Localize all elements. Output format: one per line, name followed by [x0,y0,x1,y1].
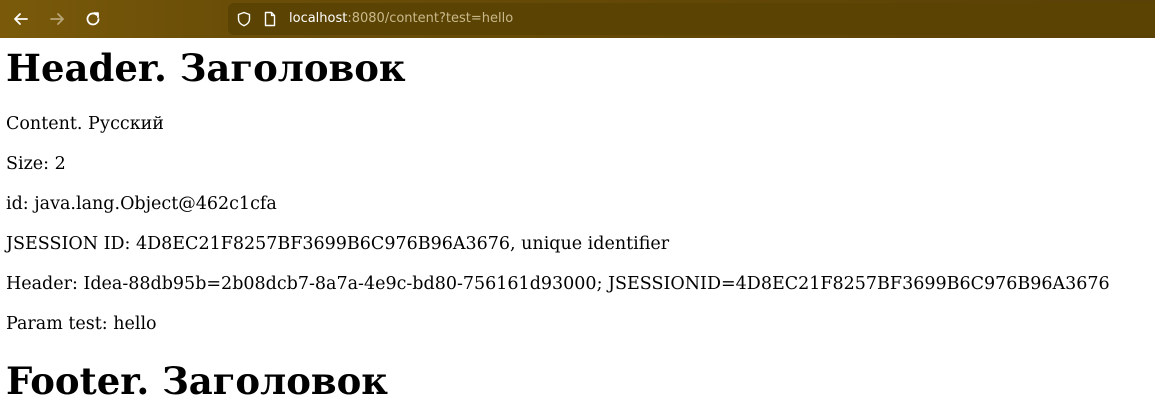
reload-icon [86,12,100,26]
forward-arrow-icon [50,13,64,25]
reload-button[interactable] [81,7,105,31]
content-line: Content. Русский [6,114,164,134]
size-line: Size: 2 [6,154,66,174]
page-icon[interactable] [262,11,278,27]
back-arrow-icon [14,13,28,25]
browser-toolbar: localhost:8080/content?test=hello [0,0,1155,38]
jsession-line: JSESSION ID: 4D8EC21F8257BF3699B6C976B96… [6,234,670,254]
footer-title: Footer. Заголовок [6,359,388,403]
url-bar[interactable]: localhost:8080/content?test=hello [228,3,1155,35]
header-title: Header. Заголовок [6,46,406,90]
shield-icon[interactable] [236,11,252,27]
back-button[interactable] [9,7,33,31]
forward-button[interactable] [45,7,69,31]
param-line: Param test: hello [6,314,157,334]
url-text[interactable]: localhost:8080/content?test=hello [289,3,513,35]
url-host: localhost [289,11,348,26]
id-line: id: java.lang.Object@462c1cfa [6,194,277,214]
header-line: Header: Idea-88db95b=2b08dcb7-8a7a-4e9c-… [6,274,1110,294]
url-path: :8080/content?test=hello [347,11,514,26]
